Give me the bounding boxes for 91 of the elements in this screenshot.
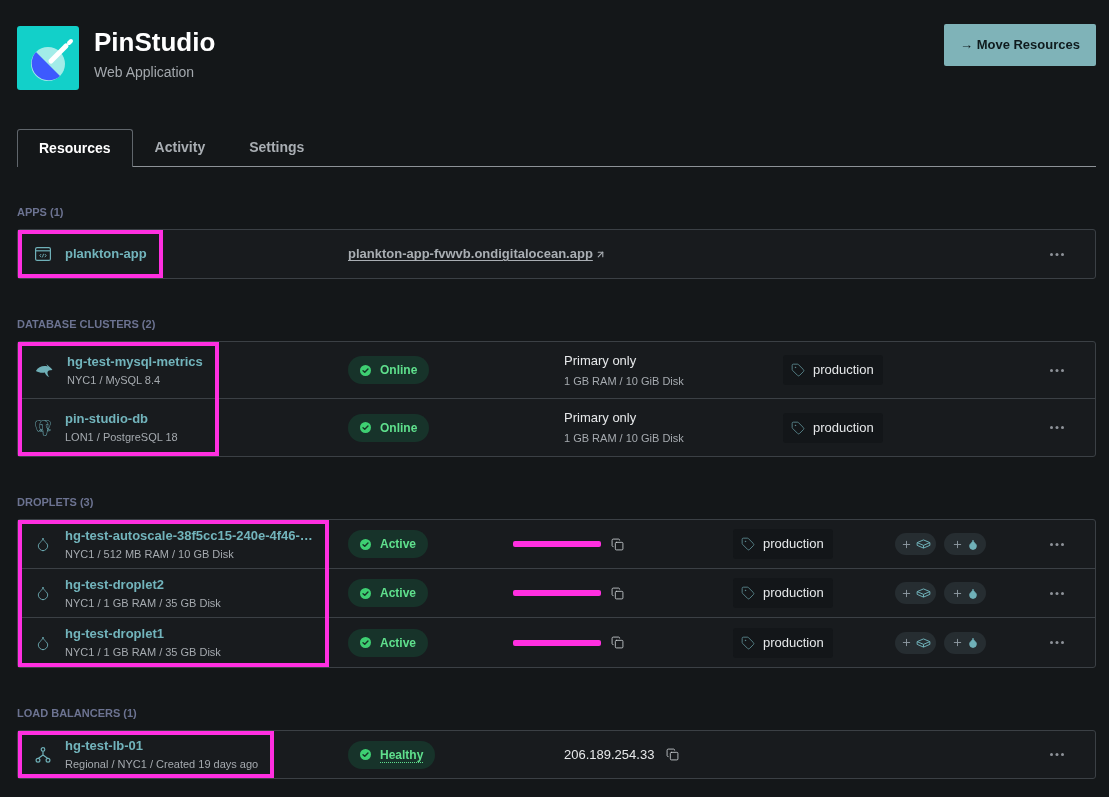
copy-icon: [611, 537, 624, 551]
copy-button[interactable]: [611, 537, 624, 551]
section-heading: DATABASE CLUSTERS (2): [17, 317, 156, 331]
status-label: Active: [380, 536, 417, 552]
more-icon: [1050, 591, 1064, 595]
tag-label: production: [763, 536, 824, 552]
check-circle-icon: [360, 749, 371, 760]
check-circle-icon: [360, 587, 371, 599]
plus-icon: [951, 538, 963, 550]
droplet-icon: [35, 535, 51, 553]
more-icon: [1050, 542, 1064, 546]
tab[interactable]: Activity: [132, 129, 228, 167]
add-droplet-button[interactable]: [944, 631, 986, 654]
add-volume-button[interactable]: [895, 582, 936, 604]
resource-name-link[interactable]: hg-test-droplet1: [65, 626, 164, 642]
plus-icon: [900, 637, 912, 648]
section-heading: DROPLETS (3): [17, 495, 94, 509]
resource-details: NYC1 / MySQL 8.4: [67, 373, 161, 387]
project-title: PinStudio: [94, 27, 216, 57]
tag-label: production: [813, 362, 874, 378]
resource-details: NYC1 / 512 MB RAM / 10 GB Disk: [65, 547, 234, 561]
droplet-icon: [966, 586, 979, 600]
logo-icon: [17, 26, 79, 90]
check-circle-icon: [360, 422, 371, 433]
resource-details: Regional / NYC1 / Created 19 days ago: [65, 758, 259, 771]
tab[interactable]: Settings: [227, 129, 327, 167]
resource-name-link[interactable]: hg-test-mysql-metrics: [67, 353, 203, 370]
status-label: Active: [380, 585, 417, 601]
plus-icon: [900, 538, 912, 550]
more-icon: [1050, 368, 1064, 372]
tag-icon: [791, 363, 805, 377]
status-label: Online: [380, 362, 418, 378]
section-heading: LOAD BALANCERS (1): [17, 706, 137, 720]
plan-label: Primary only: [564, 352, 637, 369]
resource-name-link[interactable]: hg-test-lb-01: [65, 738, 143, 754]
move-resources-button[interactable]: → Move Resources: [944, 24, 1096, 66]
ip-address: 206.189.254.33: [564, 746, 655, 763]
section-heading: APPS (1): [17, 205, 64, 219]
resource-details: NYC1 / 1 GB RAM / 35 GB Disk: [65, 646, 221, 659]
resource-name-link[interactable]: plankton-app: [65, 246, 147, 262]
add-volume-button[interactable]: [895, 631, 936, 654]
check-circle-icon: [360, 538, 371, 550]
tab[interactable]: Resources: [17, 129, 133, 167]
tag-icon: [741, 537, 755, 551]
resource-details: LON1 / PostgreSQL 18: [65, 431, 178, 444]
tag-label: production: [763, 585, 824, 601]
tag-label: production: [813, 419, 874, 436]
plus-icon: [951, 637, 963, 648]
status-label: Online: [380, 419, 418, 436]
copy-button[interactable]: [611, 586, 624, 600]
check-circle-icon: [360, 364, 371, 376]
add-volume-button[interactable]: [895, 533, 936, 555]
plus-icon: [900, 587, 912, 599]
more-icon: [1050, 641, 1064, 644]
status-label: Healthy: [380, 746, 424, 763]
copy-icon: [666, 748, 680, 761]
dolphin-icon: [35, 362, 53, 378]
slab-icon: [915, 588, 931, 598]
copy-icon: [611, 586, 624, 600]
copy-icon: [611, 636, 624, 649]
copy-button[interactable]: [611, 636, 624, 649]
tag-icon: [741, 635, 755, 650]
slab-icon: [915, 539, 931, 549]
more-icon: [1050, 252, 1064, 256]
resource-details: NYC1 / 1 GB RAM / 35 GB Disk: [65, 596, 221, 610]
branching-nodes-icon: [35, 746, 51, 763]
elephant-icon: [35, 419, 51, 436]
more-icon: [1050, 426, 1064, 429]
droplet-icon: [966, 537, 979, 551]
tag-icon: [791, 420, 805, 435]
droplet-icon: [35, 584, 51, 602]
resource-name-link[interactable]: hg-test-autoscale-38f5cc15-240e-4f46-…: [65, 527, 313, 544]
plan-size: 1 GB RAM / 10 GiB Disk: [564, 432, 684, 445]
plan-size: 1 GB RAM / 10 GiB Disk: [564, 374, 684, 388]
add-droplet-button[interactable]: [944, 533, 986, 555]
add-droplet-button[interactable]: [944, 582, 986, 604]
plan-label: Primary only: [564, 410, 637, 426]
resource-name-link[interactable]: pin-studio-db: [65, 411, 149, 427]
tag-label: production: [763, 634, 824, 651]
copy-button[interactable]: [666, 748, 680, 761]
resource-name-link[interactable]: hg-test-droplet2: [65, 576, 164, 593]
app-url-link[interactable]: plankton-app-fvwvb.ondigitalocean.app: [348, 244, 606, 264]
tag-icon: [741, 586, 755, 600]
code-window-icon: [35, 247, 51, 261]
slab-icon: [915, 637, 931, 648]
project-type: Web Application: [94, 64, 195, 81]
plus-icon: [951, 587, 963, 599]
status-label: Active: [380, 634, 417, 651]
check-circle-icon: [360, 637, 371, 648]
droplet-icon: [966, 636, 979, 649]
more-icon: [1050, 753, 1064, 756]
